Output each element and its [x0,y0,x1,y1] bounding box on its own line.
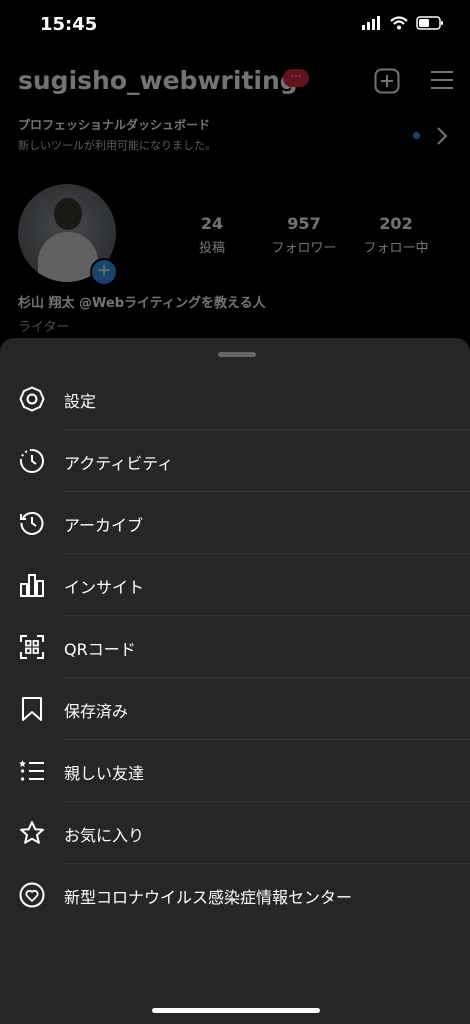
dashboard-subtitle: 新しいツールが利用可能になりました。 [18,139,216,152]
menu-item-settings[interactable]: 設定 [0,368,470,430]
profile-username[interactable]: sugisho_webwriting [18,66,298,95]
star-icon [20,821,44,844]
status-icons [362,16,444,30]
menu-item-activity[interactable]: アクティビティ [0,430,470,492]
menu-item-favorites[interactable]: お気に入り [0,802,470,864]
stat-posts[interactable]: 24 投稿 [167,214,257,256]
bookmark-icon [22,697,42,721]
bio-category: ライター [18,320,70,335]
insights-icon [20,574,44,597]
wifi-icon [390,16,408,30]
archive-icon [20,511,44,535]
status-bar: 15:45 [0,0,470,50]
close-friends-icon [19,760,44,781]
signal-icon [362,16,380,30]
menu-item-insights[interactable]: インサイト [0,554,470,616]
new-indicator-dot [413,132,420,139]
stat-following[interactable]: 202 フォロー中 [351,214,441,256]
sheet-drag-handle[interactable] [218,352,256,357]
menu-item-archive[interactable]: アーカイブ [0,492,470,554]
menu-item-qr-code[interactable]: QRコード [0,616,470,678]
bio-name: 杉山 翔太 @Webライティングを教える人 [18,296,266,311]
settings-icon [19,386,45,412]
professional-dashboard[interactable]: プロフェッショナルダッシュボード 新しいツールが利用可能になりました。 [18,116,216,153]
notification-badge: ··· [283,69,309,87]
activity-icon [20,449,44,473]
dashboard-title: プロフェッショナルダッシュボード [18,118,211,132]
stat-followers[interactable]: 957 フォロワー [259,214,349,256]
home-indicator[interactable] [152,1008,320,1013]
hamburger-menu-icon[interactable] [430,68,454,92]
chevron-right-icon[interactable] [436,126,448,146]
menu-item-saved[interactable]: 保存済み [0,678,470,740]
menu-item-close-friends[interactable]: 親しい友達 [0,740,470,802]
qr-code-icon [20,635,44,659]
covid-info-icon [19,882,45,908]
menu-sheet: 設定 アクティビティ アーカイブ インサイト QRコード 保存済み 親しい友達 … [0,338,470,1024]
status-time: 15:45 [40,14,98,35]
menu-item-covid-info[interactable]: 新型コロナウイルス感染症情報センター [0,864,470,926]
profile-background: sugisho_webwriting ··· プロフェッショナルダッシュボード … [0,50,470,350]
battery-icon [416,16,443,30]
add-story-icon[interactable]: + [90,258,118,286]
create-post-icon[interactable] [374,68,400,94]
